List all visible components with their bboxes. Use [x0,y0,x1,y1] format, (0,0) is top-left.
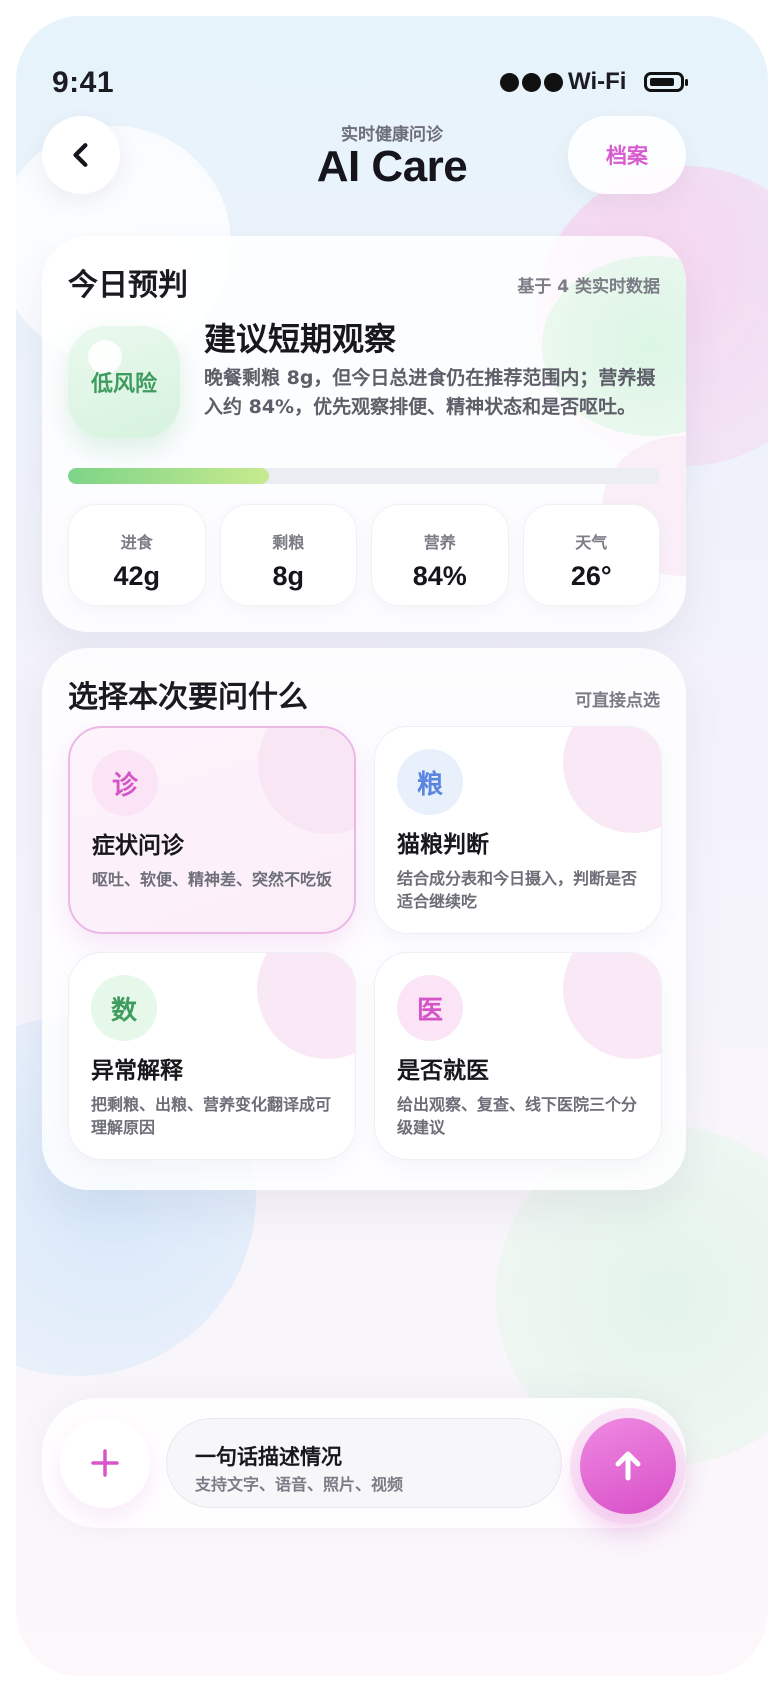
option-description: 结合成分表和今日摄入，判断是否适合继续吃 [397,869,638,911]
attach-button[interactable] [60,1418,150,1508]
option-title: 症状问诊 [92,833,184,859]
send-button[interactable] [580,1418,676,1514]
stat-weather: 天气 26° [522,504,660,606]
stat-nutrition: 营养 84% [371,504,509,606]
archive-button[interactable]: 档案 [568,116,686,194]
stat-label: 营养 [423,533,456,552]
options-heading: 选择本次要问什么 [68,680,308,715]
input-placeholder: 一句话描述情况 [195,1445,342,1469]
stat-label: 天气 [575,533,608,552]
stat-value: 84% [412,561,467,591]
composer-bar: 一句话描述情况 支持文字、语音、照片、视频 [42,1398,686,1528]
status-time: 9:41 [52,66,115,99]
option-title: 异常解释 [91,1058,183,1084]
option-symptom-consult[interactable]: 诊 症状问诊 呕吐、软便、精神差、突然不吃饭 [68,726,356,934]
stat-leftover: 剩粮 8g [219,504,357,606]
option-title: 猫粮判断 [397,832,489,858]
risk-level-badge: 低风险 [68,326,180,438]
app-screen: 9:41 Wi-Fi 实时健康问诊 AI Care 档案 今日预判 基于 4 类… [16,16,768,1676]
wifi-label: Wi-Fi [568,68,627,95]
prediction-title: 建议短期观察 [204,320,397,358]
option-title: 是否就医 [397,1058,489,1084]
stat-intake: 进食 42g [68,504,206,606]
option-food-judgement[interactable]: 粮 猫粮判断 结合成分表和今日摄入，判断是否适合继续吃 [374,726,662,934]
arrow-up-icon [615,1451,641,1481]
option-see-doctor[interactable]: 医 是否就医 给出观察、复查、线下医院三个分级建议 [374,952,662,1160]
battery-icon [644,72,688,92]
option-description: 把剩粮、出粮、营养变化翻译成可理解原因 [91,1095,332,1137]
signal-dots-icon [500,73,563,92]
prediction-heading: 今日预判 [68,268,188,303]
prediction-card: 今日预判 基于 4 类实时数据 低风险 建议短期观察 晚餐剩粮 8g，但今日总进… [42,236,686,632]
stat-value: 26° [570,561,612,591]
medical-icon: 医 [397,975,463,1041]
stat-value: 8g [272,561,304,591]
input-hint: 支持文字、语音、照片、视频 [195,1475,404,1494]
data-source-hint: 基于 4 类实时数据 [517,277,660,297]
prediction-description: 晚餐剩粮 8g，但今日总进食仍在推荐范围内；营养摄入约 84%，优先观察排便、精… [204,367,656,418]
risk-level-label: 低风险 [90,372,157,397]
stat-label: 进食 [120,533,153,552]
stats-row: 进食 42g 剩粮 8g 营养 84% 天气 26° [68,504,660,606]
option-anomaly-explain[interactable]: 数 异常解释 把剩粮、出粮、营养变化翻译成可理解原因 [68,952,356,1160]
plus-icon [91,1449,119,1477]
status-bar: 9:41 Wi-Fi [16,16,768,116]
message-input[interactable]: 一句话描述情况 支持文字、语音、照片、视频 [166,1418,562,1508]
health-progress-bar [68,468,660,484]
progress-fill [68,468,270,484]
option-description: 呕吐、软便、精神差、突然不吃饭 [92,870,333,889]
stat-label: 剩粮 [272,533,305,552]
question-options-card: 选择本次要问什么 可直接点选 诊 症状问诊 呕吐、软便、精神差、突然不吃饭 粮 … [42,648,686,1190]
data-icon: 数 [91,975,157,1041]
options-hint: 可直接点选 [575,691,660,711]
option-description: 给出观察、复查、线下医院三个分级建议 [397,1095,638,1137]
consult-icon: 诊 [92,750,158,816]
stat-value: 42g [113,561,161,591]
food-icon: 粮 [397,749,463,815]
